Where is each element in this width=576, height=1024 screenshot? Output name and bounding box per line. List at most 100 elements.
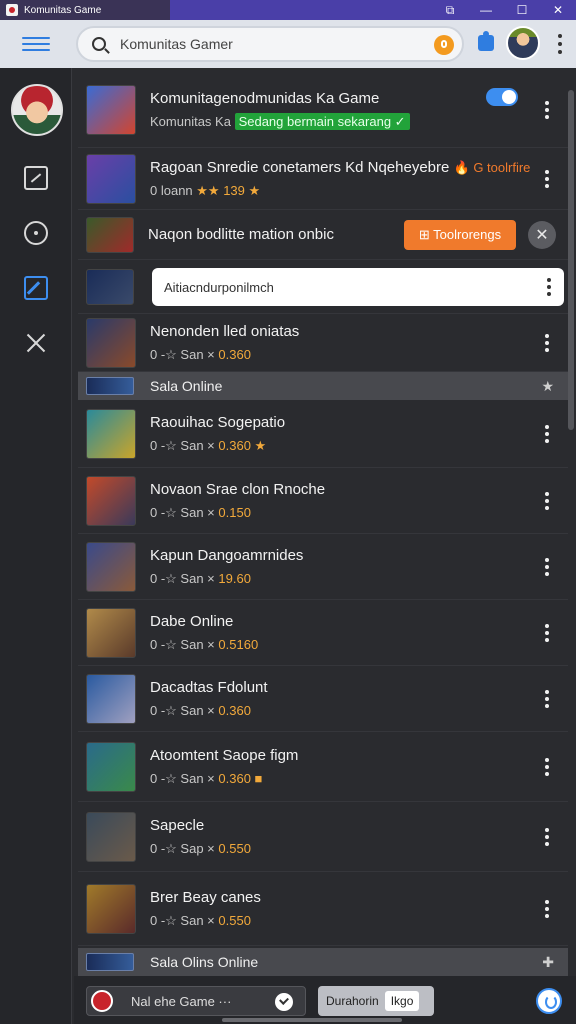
item-subtitle: 0 -☆ San × 0.5160 xyxy=(150,636,259,652)
kebab-menu-icon[interactable] xyxy=(542,827,552,846)
item-subtitle: Komunitas Ka Sedang bermain sekarang ✓ xyxy=(150,112,568,130)
item-subtitle: 0 -☆ San × 0.360 ■ xyxy=(150,770,263,786)
sidebar xyxy=(0,68,72,1024)
extensions-icon[interactable] xyxy=(478,31,494,51)
chart-icon[interactable] xyxy=(24,166,48,190)
window-controls: ⧉ — ☐ ✕ xyxy=(170,0,576,20)
compass-icon[interactable] xyxy=(24,221,48,245)
item-subtitle: 0 loann ★★ 139 ★ xyxy=(150,182,261,198)
close-icon[interactable]: ✕ xyxy=(528,221,556,249)
item-title: Dabe Online xyxy=(150,612,234,630)
home-indicator[interactable] xyxy=(222,1018,402,1022)
kebab-menu-icon[interactable] xyxy=(542,557,552,576)
section-title: Sala Olins Online xyxy=(150,954,259,970)
kebab-menu-icon[interactable] xyxy=(542,899,552,918)
game-thumbnail xyxy=(86,84,136,135)
refresh-icon[interactable] xyxy=(536,988,562,1014)
search-input[interactable] xyxy=(120,36,420,52)
kebab-menu-icon[interactable] xyxy=(544,278,554,296)
game-thumbnail xyxy=(86,408,136,459)
duration-value: Ikgo xyxy=(384,991,420,1011)
kebab-menu-icon[interactable] xyxy=(542,100,552,119)
list-item[interactable]: Sapecle 0 -☆ Sap × 0.550 xyxy=(78,802,568,872)
list-item[interactable]: Kapun Dangoamrnides 0 -☆ San × 19.60 xyxy=(78,534,568,600)
community-list: Komunitagenodmunidas Ka Game Komunitas K… xyxy=(74,68,572,1024)
item-subtitle: 0 -☆ Sap × 0.550 xyxy=(150,840,251,856)
kebab-menu-icon[interactable] xyxy=(542,424,552,443)
list-item[interactable]: Atoomtent Saope figm 0 -☆ San × 0.360 ■ xyxy=(78,732,568,802)
game-selector[interactable]: Nal ehe Game ··· xyxy=(86,986,306,1016)
window-title: Komunitas Game xyxy=(24,4,102,16)
user-avatar[interactable] xyxy=(11,84,63,136)
item-title: Kapun Dangoamrnides xyxy=(150,546,304,564)
game-thumbnail xyxy=(86,607,136,658)
kebab-menu-icon[interactable] xyxy=(542,623,552,642)
menu-icon[interactable] xyxy=(22,34,50,54)
bottom-bar: Nal ehe Game ··· Durahorin Ikgo xyxy=(74,976,576,1024)
game-thumbnail xyxy=(86,811,136,862)
game-thumbnail xyxy=(86,673,136,724)
list-item[interactable]: Komunitagenodmunidas Ka Game Komunitas K… xyxy=(78,72,568,148)
game-thumbnail xyxy=(86,883,136,934)
notification-toggle[interactable] xyxy=(486,88,518,106)
star-icon[interactable]: ★ xyxy=(541,378,554,395)
window-titlebar: Komunitas Game ⧉ — ☐ ✕ xyxy=(0,0,576,20)
restore-icon[interactable]: ⧉ xyxy=(432,0,468,20)
item-subtitle: 0 -☆ San × 0.150 xyxy=(150,504,251,520)
plus-icon[interactable]: ✚ xyxy=(542,954,554,971)
list-item[interactable]: Novaon Srae clon Rnoche 0 -☆ San × 0.150 xyxy=(78,468,568,534)
kebab-menu-icon[interactable] xyxy=(542,169,552,188)
list-item[interactable]: Raouihac Sogepatio 0 -☆ San × 0.360 ★ xyxy=(78,400,568,468)
scrollbar[interactable] xyxy=(568,90,574,430)
app-icon xyxy=(6,4,18,16)
kebab-menu-icon[interactable] xyxy=(542,689,552,708)
item-subtitle: 0 -☆ San × 0.360 xyxy=(150,346,251,362)
list-item[interactable]: Brer Beay canes 0 -☆ San × 0.550 xyxy=(78,872,568,946)
item-title: Raouihac Sogepatio xyxy=(150,413,286,431)
list-item[interactable]: Nenonden lled oniatas 0 -☆ San × 0.360 xyxy=(78,314,568,372)
item-subtitle: 0 -☆ San × 0.360 xyxy=(150,702,251,718)
action-button[interactable]: ⊞ Toolrorengs xyxy=(404,220,516,250)
item-title: Nenonden lled oniatas xyxy=(150,322,300,340)
more-options-icon[interactable] xyxy=(550,32,570,56)
text-input[interactable]: Aitiacndurponilmch xyxy=(152,268,564,306)
list-item[interactable]: Dacadtas Fdolunt 0 -☆ San × 0.360 xyxy=(78,666,568,732)
game-thumbnail xyxy=(86,475,136,526)
game-thumbnail xyxy=(86,541,136,592)
game-thumbnail xyxy=(86,216,134,253)
game-thumbnail xyxy=(86,153,136,204)
list-item[interactable]: Dabe Online 0 -☆ San × 0.5160 xyxy=(78,600,568,666)
edit-icon[interactable] xyxy=(24,276,48,300)
game-thumbnail xyxy=(86,741,136,792)
profile-avatar[interactable] xyxy=(506,26,540,60)
item-title: Ragoan Snredie conetamers Kd Nqeheyebre … xyxy=(150,158,531,176)
item-title: Novaon Srae clon Rnoche xyxy=(150,480,326,498)
list-item[interactable]: Aitiacndurponilmch xyxy=(78,260,568,314)
item-title: Sapecle xyxy=(150,816,205,834)
duration-button[interactable]: Durahorin Ikgo xyxy=(318,986,434,1016)
app-logo-icon xyxy=(91,990,113,1012)
status-badge: Sedang bermain sekarang ✓ xyxy=(234,112,410,130)
item-title: Atoomtent Saope figm xyxy=(150,746,299,764)
kebab-menu-icon[interactable] xyxy=(542,333,552,352)
duration-label: Durahorin xyxy=(326,994,379,1008)
input-value: Aitiacndurponilmch xyxy=(164,279,274,295)
check-icon[interactable] xyxy=(275,993,293,1011)
list-item[interactable]: Naqon bodlitte mation onbic ⊞ Toolroreng… xyxy=(78,210,568,260)
section-thumbnail xyxy=(86,377,134,395)
minimize-button[interactable]: — xyxy=(468,0,504,20)
mic-icon[interactable] xyxy=(434,35,454,55)
item-subtitle: 0 -☆ San × 0.550 xyxy=(150,912,251,928)
section-header[interactable]: Sala Online ★ xyxy=(78,372,568,400)
maximize-button[interactable]: ☐ xyxy=(504,0,540,20)
crossed-swords-icon[interactable] xyxy=(24,331,48,355)
kebab-menu-icon[interactable] xyxy=(542,757,552,776)
section-header[interactable]: Sala Olins Online ✚ xyxy=(78,948,568,976)
list-item[interactable]: Ragoan Snredie conetamers Kd Nqeheyebre … xyxy=(78,148,568,210)
app-header xyxy=(0,20,576,68)
kebab-menu-icon[interactable] xyxy=(542,491,552,510)
close-button[interactable]: ✕ xyxy=(540,0,576,20)
game-thumbnail xyxy=(86,268,134,305)
item-title: Dacadtas Fdolunt xyxy=(150,678,268,696)
search-bar[interactable] xyxy=(76,26,464,62)
